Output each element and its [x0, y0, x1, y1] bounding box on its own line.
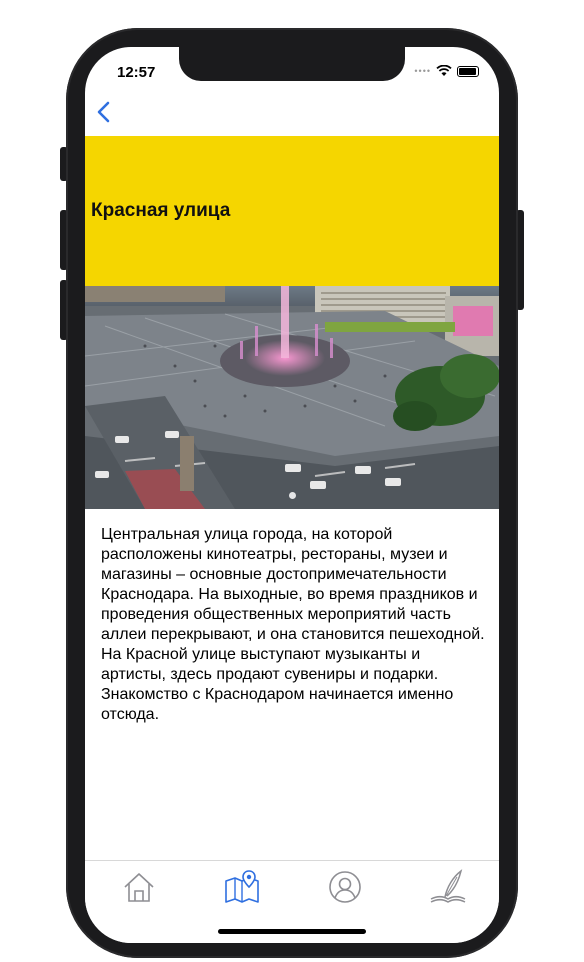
title-banner: Красная улица — [85, 136, 499, 286]
wifi-icon — [436, 65, 452, 76]
street-photo[interactable] — [85, 286, 499, 509]
page-dot — [288, 492, 296, 499]
page-title: Красная улица — [91, 200, 231, 221]
map-pin-icon[interactable] — [221, 869, 263, 905]
street-photo-image — [85, 286, 499, 509]
profile-icon[interactable] — [324, 869, 366, 905]
page-indicator[interactable] — [85, 492, 499, 499]
status-time: 12:57 — [117, 64, 156, 81]
battery-icon — [457, 65, 479, 77]
home-icon[interactable] — [118, 869, 160, 905]
signal-icon: •••• — [414, 66, 431, 76]
home-indicator[interactable] — [218, 929, 366, 934]
quill-book-icon[interactable] — [427, 869, 469, 905]
notch — [179, 47, 405, 81]
description-text: Центральная улица города, на которой рас… — [101, 526, 485, 723]
screen: 12:57 •••• Красная улица Центральная ули… — [85, 47, 499, 943]
status-icons: •••• — [414, 65, 479, 77]
back-chevron-icon[interactable] — [93, 99, 117, 125]
